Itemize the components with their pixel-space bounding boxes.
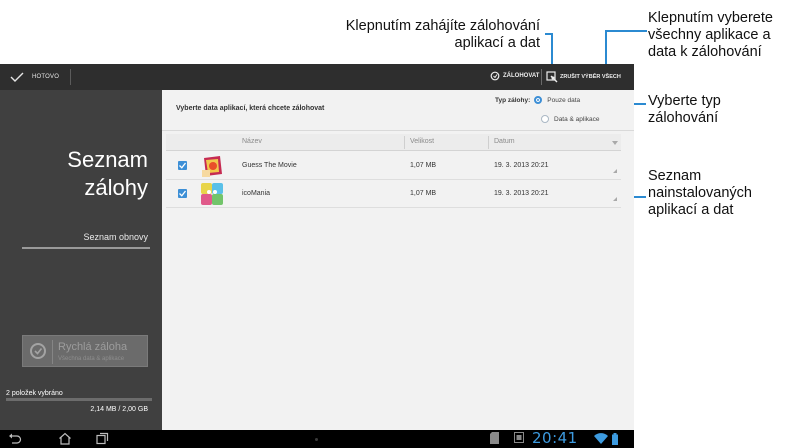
action-bar: HOTOVO ZÁLOHOVAT ZRUŠIT VÝBĚR VŠECH (0, 64, 634, 90)
system-bar: 20:41 (0, 429, 634, 448)
backup-button[interactable]: ZÁLOHOVAT (490, 71, 539, 81)
left-panel: Seznam zálohy Seznam obnovy Rychlá záloh… (0, 90, 162, 430)
screenshot-icon (514, 432, 524, 443)
table-row[interactable]: icoMania 1,07 MB 19. 3. 2013 20:21 (166, 180, 621, 208)
content-header: Vyberte data aplikací, která chcete zálo… (176, 105, 325, 112)
selected-size: 2,14 MB / 2,00 GB (90, 406, 148, 413)
quick-backup-button[interactable]: Rychlá záloha Všechna data & aplikace (22, 335, 148, 367)
panel-title: Seznam zálohy (67, 146, 148, 202)
back-icon[interactable] (8, 432, 22, 445)
app-name: Guess The Movie (242, 162, 297, 169)
home-icon[interactable] (58, 432, 72, 445)
app-size: 1,07 MB (410, 190, 437, 197)
recent-apps-icon[interactable] (96, 432, 109, 445)
deselect-icon (546, 71, 558, 83)
main-content: Vyberte data aplikací, která chcete zálo… (162, 90, 634, 430)
app-name: icoMania (242, 190, 271, 197)
column-divider (404, 136, 405, 149)
column-size[interactable]: Velikost (410, 138, 434, 145)
restore-list-tab[interactable]: Seznam obnovy (83, 232, 148, 242)
panel-title-line: Seznam (67, 147, 148, 172)
panel-title-line: zálohy (84, 175, 148, 200)
backup-label: ZÁLOHOVAT (503, 73, 540, 79)
check-icon (10, 72, 24, 82)
option-label: Data & aplikace (554, 115, 600, 123)
done-label: HOTOVO (32, 74, 60, 80)
quick-backup-title: Rychlá záloha (58, 341, 128, 353)
leader-line (605, 30, 647, 32)
sort-arrow-icon[interactable] (612, 141, 618, 145)
check-icon (179, 190, 187, 197)
callout-app-list: Seznam nainstalovaných aplikací a dat (648, 168, 752, 218)
row-corner-mark (613, 197, 617, 201)
backup-type-selector: Typ zálohy: Pouze data Data & aplikace (487, 92, 615, 130)
tablet-screen: HOTOVO ZÁLOHOVAT ZRUŠIT VÝBĚR VŠECH Sezn… (0, 64, 634, 448)
table-header: Název Velikost Datum (166, 134, 621, 151)
sd-card-icon (490, 432, 499, 444)
backup-type-option-data[interactable]: Typ zálohy: Pouze data (495, 96, 580, 104)
done-button[interactable]: HOTOVO (10, 69, 59, 85)
deselect-all-label: ZRUŠIT VÝBĚR VŠECH (560, 74, 621, 80)
app-date: 19. 3. 2013 20:21 (494, 190, 549, 197)
row-corner-mark (613, 169, 617, 173)
radio-unselected[interactable] (541, 115, 549, 123)
divider (52, 340, 53, 364)
divider (541, 69, 542, 85)
check-icon (179, 162, 187, 169)
tab-underline (22, 247, 150, 249)
divider (70, 69, 71, 85)
app-date: 19. 3. 2013 20:21 (494, 162, 549, 169)
callout-start-backup: Klepnutím zahájíte zálohování aplikací a… (345, 18, 540, 51)
battery-icon (612, 433, 618, 445)
quick-backup-subtitle: Všechna data & aplikace (58, 356, 125, 362)
deselect-all-button[interactable]: ZRUŠIT VÝBĚR VŠECH (546, 71, 621, 83)
column-date[interactable]: Datum (494, 138, 515, 145)
callout-backup-type: Vyberte typ zálohování (648, 93, 721, 126)
table-row[interactable]: Guess The Movie 1,07 MB 19. 3. 2013 20:2… (166, 152, 621, 180)
backup-icon (30, 343, 46, 359)
divider (162, 130, 634, 131)
icomania-app-icon (201, 183, 223, 205)
guess-the-movie-app-icon (202, 156, 222, 177)
radio-selected[interactable] (534, 96, 543, 104)
app-table: Název Velikost Datum Guess The Movie 1,0… (166, 134, 621, 314)
callout-select-all: Klepnutím vyberete všechny aplikace a da… (648, 10, 773, 60)
status-clock: 20:41 (532, 429, 578, 447)
option-label: Pouze data (547, 96, 581, 104)
backup-type-label: Typ zálohy: (495, 96, 531, 104)
row-checkbox[interactable] (178, 189, 187, 198)
wifi-icon (594, 433, 608, 444)
storage-bar (6, 398, 152, 401)
app-size: 1,07 MB (410, 162, 437, 169)
selected-count: 2 položek vybráno (6, 390, 63, 397)
column-divider (488, 136, 489, 149)
backup-icon (490, 71, 500, 81)
backup-type-option-data-apps[interactable]: Data & aplikace (541, 115, 600, 123)
nav-indicator (315, 438, 318, 441)
row-checkbox[interactable] (178, 161, 187, 170)
column-name[interactable]: Název (242, 138, 262, 145)
